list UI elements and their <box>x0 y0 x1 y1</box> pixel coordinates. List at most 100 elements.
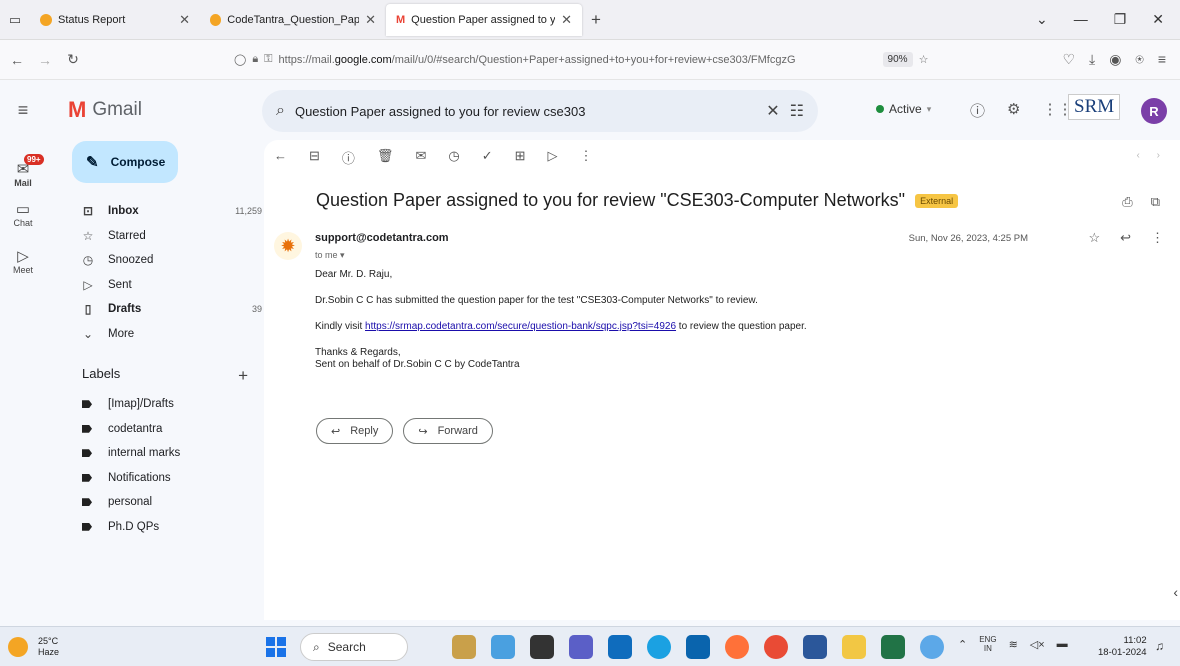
battery-icon[interactable]: ▬ <box>1057 638 1068 650</box>
nav-inbox[interactable]: ⊡ Inbox 11,259 <box>66 199 266 224</box>
clear-search-icon[interactable]: ✕ <box>766 101 779 121</box>
close-window-icon[interactable]: ✕ <box>1152 11 1164 28</box>
search-options-icon[interactable]: ☷ <box>790 101 804 121</box>
label-icon[interactable]: ▷ <box>548 148 558 167</box>
move-to-icon[interactable]: ⊞ <box>515 148 526 167</box>
close-icon[interactable]: ✕ <box>179 12 190 28</box>
delete-icon[interactable]: 🗑︎ <box>377 148 394 167</box>
back-to-list-icon[interactable]: ← <box>274 148 287 167</box>
rail-meet[interactable]: ▷ Meet <box>0 247 46 275</box>
nav-sent[interactable]: ▷ Sent <box>66 273 266 298</box>
url-text[interactable]: https://mail.google.com/mail/u/0/#search… <box>279 54 877 66</box>
tab-gmail-active[interactable]: M Question Paper assigned to you ✕ <box>386 3 582 36</box>
label-item[interactable]: Ph.D QPs <box>66 515 180 540</box>
help-icon[interactable]: ⓘ <box>970 100 985 121</box>
status-selector[interactable]: Active ▾ <box>876 102 931 116</box>
print-icon[interactable]: ⎙ <box>1122 194 1132 210</box>
mail-app-icon[interactable] <box>686 635 710 659</box>
forward-button[interactable]: ↪ Forward <box>403 418 493 444</box>
reply-icon[interactable]: ↩ <box>1120 230 1131 246</box>
nav-snoozed[interactable]: ◷ Snoozed <box>66 248 266 273</box>
snooze-icon[interactable]: ◷ <box>448 148 459 167</box>
file-app-icon[interactable] <box>530 635 554 659</box>
report-spam-icon[interactable]: ⓘ <box>342 148 355 167</box>
search-input[interactable]: Question Paper assigned to you for revie… <box>295 104 756 119</box>
clock[interactable]: 11:02 18-01-2024 <box>1098 635 1147 659</box>
restore-icon[interactable]: ❐ <box>1114 11 1127 28</box>
word-app-icon[interactable] <box>803 635 827 659</box>
nav-more[interactable]: ⌄ More <box>66 322 266 347</box>
older-icon[interactable]: › <box>1157 150 1160 161</box>
notification-bell-icon[interactable]: ♫ <box>1155 639 1164 653</box>
organization-logo[interactable]: SRM <box>1068 94 1121 120</box>
sender-avatar[interactable]: ✹ <box>274 232 302 260</box>
tab-status-report[interactable]: Status Report ✕ <box>30 4 200 36</box>
add-label-icon[interactable]: + <box>238 366 248 386</box>
close-icon[interactable]: ✕ <box>561 12 572 28</box>
other-app-icon[interactable] <box>920 635 944 659</box>
zoom-level[interactable]: 90% <box>882 52 913 67</box>
label-item[interactable]: personal <box>66 490 180 515</box>
volume-icon[interactable]: ◁× <box>1030 638 1045 651</box>
label-item[interactable]: internal marks <box>66 441 180 466</box>
shield-icon[interactable]: ◯ <box>234 53 246 66</box>
label-item[interactable]: codetantra <box>66 417 180 442</box>
teams-app-icon[interactable] <box>491 635 515 659</box>
add-task-icon[interactable]: ✓ <box>482 148 493 167</box>
minimize-icon[interactable]: — <box>1074 11 1088 28</box>
store-app-icon[interactable] <box>608 635 632 659</box>
menu-icon[interactable]: ≡ <box>1158 51 1166 68</box>
pocket-icon[interactable]: ♡ <box>1062 51 1075 68</box>
rail-mail[interactable]: ✉ 99+ Mail <box>0 154 46 188</box>
account-icon[interactable]: ◉ <box>1109 51 1121 68</box>
account-avatar[interactable]: R <box>1141 98 1167 124</box>
reply-button[interactable]: ↩ Reply <box>316 418 394 444</box>
search-bar[interactable]: ⌕ Question Paper assigned to you for rev… <box>262 90 818 132</box>
review-link[interactable]: https://srmap.codetantra.com/secure/ques… <box>365 321 676 332</box>
lock-icon[interactable]: 🔒︎ <box>252 53 258 66</box>
tab-overflow-icon[interactable]: ⌄ <box>1036 11 1048 28</box>
mark-unread-icon[interactable]: ✉ <box>415 148 426 167</box>
more-options-icon[interactable]: ⋮ <box>580 148 593 167</box>
side-panel-toggle-icon[interactable]: ‹ <box>1173 584 1178 600</box>
open-new-window-icon[interactable]: ⧉ <box>1151 194 1160 210</box>
address-bar[interactable]: ◯ 🔒︎ ⚿ https://mail.google.com/mail/u/0/… <box>234 46 954 74</box>
forward-icon[interactable]: → <box>34 52 56 68</box>
nav-starred[interactable]: ☆ Starred <box>66 224 266 249</box>
tab-codetantra[interactable]: CodeTantra_Question_Paper_C ✕ <box>200 4 386 36</box>
recipient-line[interactable]: to me ▾ <box>315 250 345 261</box>
reload-icon[interactable]: ↻ <box>62 51 84 68</box>
download-icon[interactable]: ⤓ <box>1089 51 1095 68</box>
tab-list-icon[interactable]: ▭ <box>0 12 30 28</box>
label-item[interactable]: Notifications <box>66 466 180 491</box>
archive-icon[interactable]: ⊟ <box>309 148 320 167</box>
edge-app-icon[interactable] <box>647 635 671 659</box>
label-item[interactable]: [Imap]/Drafts <box>66 392 180 417</box>
tray-overflow-icon[interactable]: ⌃ <box>958 638 967 651</box>
wifi-icon[interactable]: ≋ <box>1009 638 1018 651</box>
compose-button[interactable]: ✎ Compose <box>72 141 178 183</box>
permissions-icon[interactable]: ⚿ <box>264 53 272 66</box>
newer-icon[interactable]: ‹ <box>1137 150 1140 161</box>
rail-chat[interactable]: ▭ Chat <box>0 200 46 228</box>
extensions-icon[interactable]: ⍟ <box>1135 51 1143 68</box>
back-icon[interactable]: ← <box>6 52 28 68</box>
explorer-app-icon[interactable] <box>842 635 866 659</box>
search-icon[interactable]: ⌕ <box>276 102 285 120</box>
firefox-app-icon[interactable] <box>725 635 749 659</box>
new-tab-icon[interactable]: + <box>582 10 610 30</box>
settings-gear-icon[interactable]: ⚙ <box>1007 100 1020 121</box>
start-button-icon[interactable] <box>266 637 286 657</box>
nav-drafts[interactable]: ▯ Drafts 39 <box>66 297 266 322</box>
close-icon[interactable]: ✕ <box>365 12 376 28</box>
gmail-logo[interactable]: M Gmail <box>68 97 142 123</box>
chrome-app-icon[interactable] <box>764 635 788 659</box>
sender-address[interactable]: support@codetantra.com <box>315 232 449 244</box>
excel-app-icon[interactable] <box>881 635 905 659</box>
bookmark-star-icon[interactable]: ☆ <box>919 53 929 66</box>
star-icon[interactable]: ☆ <box>1088 230 1100 246</box>
widgets-app-icon[interactable] <box>452 635 476 659</box>
teams-work-app-icon[interactable] <box>569 635 593 659</box>
taskbar-search[interactable]: ⌕ Search <box>300 633 408 661</box>
language-indicator[interactable]: ENG IN <box>979 635 996 653</box>
